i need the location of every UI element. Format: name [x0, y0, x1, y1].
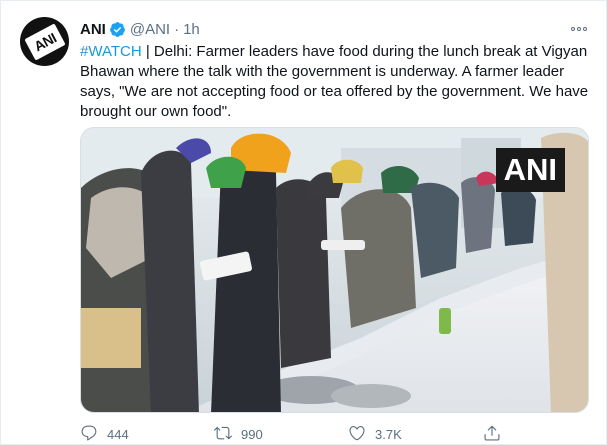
avatar[interactable]: ANI: [20, 17, 69, 66]
retweet-icon: [214, 424, 232, 445]
verified-badge-icon: [109, 21, 126, 38]
like-button[interactable]: 3.7K: [348, 424, 402, 444]
ani-logo: ANI: [23, 22, 66, 61]
share-button[interactable]: [483, 424, 501, 444]
tweet-time[interactable]: 1h: [183, 21, 200, 38]
more-options-icon[interactable]: [567, 19, 591, 39]
share-icon: [483, 424, 501, 445]
tweet-body: | Delhi: Farmer leaders have food during…: [80, 43, 589, 120]
hashtag-link[interactable]: #WATCH: [80, 43, 142, 60]
tweet-header: ANI @ANI · 1h: [80, 19, 200, 39]
retweet-button[interactable]: 990: [214, 424, 263, 444]
avatar-logo-text: ANI: [30, 29, 59, 54]
ani-video-watermark: ANI: [495, 148, 565, 192]
author-handle[interactable]: @ANI: [130, 21, 170, 38]
reply-count: 444: [107, 426, 129, 442]
reply-icon: [80, 424, 98, 445]
like-count: 3.7K: [375, 426, 402, 442]
retweet-count: 990: [241, 426, 263, 442]
tweet-text: #WATCH | Delhi: Farmer leaders have food…: [80, 42, 595, 122]
tweet-card[interactable]: ANI ANI @ANI · 1h #WATCH | Delhi: Farmer…: [0, 0, 607, 445]
tweet-video[interactable]: ANI: [80, 127, 589, 413]
reply-button[interactable]: 444: [80, 424, 129, 444]
heart-icon: [348, 424, 366, 445]
separator-dot: ·: [174, 20, 180, 38]
tweet-actions: 444 990 3.7K: [80, 424, 510, 444]
author-name[interactable]: ANI: [80, 21, 106, 38]
